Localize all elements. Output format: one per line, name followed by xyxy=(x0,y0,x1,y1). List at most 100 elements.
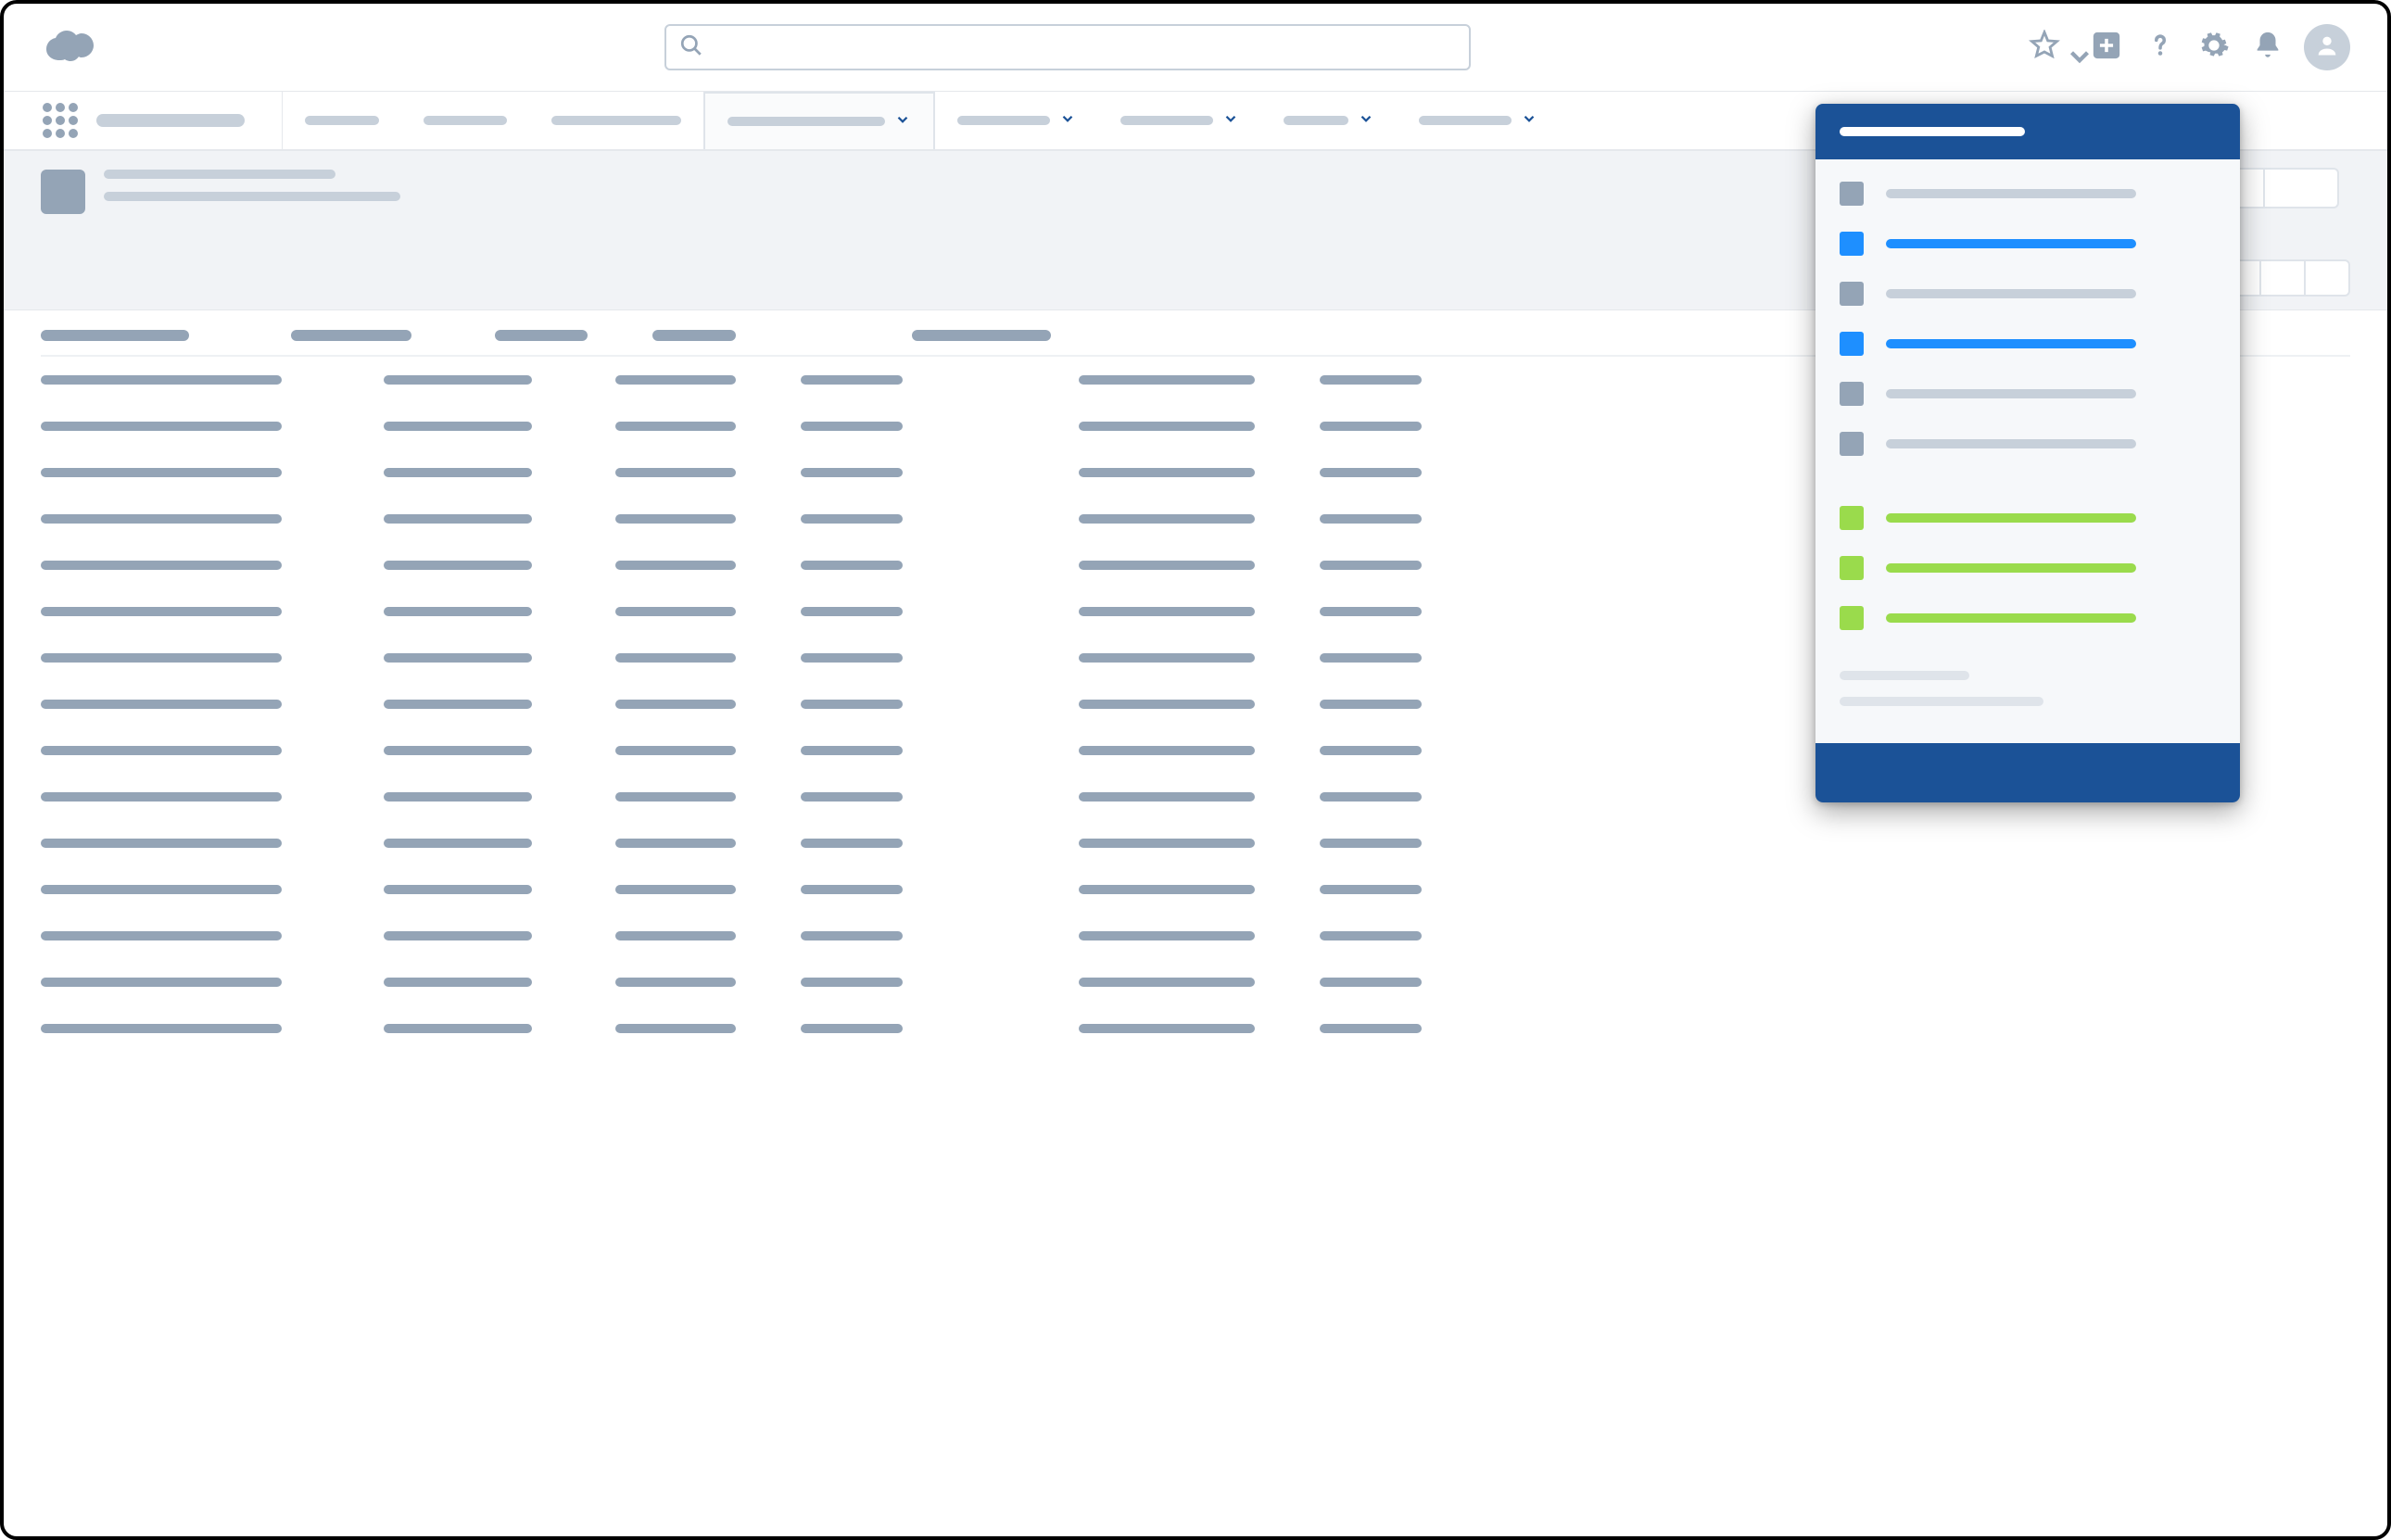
menu-divider xyxy=(1840,482,2216,506)
chevron-down-icon xyxy=(1059,110,1076,132)
setup-menu-footer-line[interactable] xyxy=(1840,697,2043,706)
setup-menu-item[interactable] xyxy=(1840,232,2216,256)
table-cell xyxy=(384,653,532,663)
setup-menu-footer xyxy=(1815,743,2240,802)
setup-menu-item-label xyxy=(1886,513,2136,523)
table-cell xyxy=(41,792,282,802)
setup-menu-item[interactable] xyxy=(1840,506,2216,530)
setup-menu-item[interactable] xyxy=(1840,382,2216,406)
table-cell xyxy=(615,792,736,802)
table-row[interactable] xyxy=(41,959,2350,1005)
chevron-down-icon xyxy=(894,111,911,133)
setup-menu-item[interactable] xyxy=(1840,332,2216,356)
setup-menu-footer-line[interactable] xyxy=(1840,671,1969,680)
setup-menu-item-icon xyxy=(1840,232,1864,256)
setup-gear-button[interactable] xyxy=(2196,30,2232,65)
header-action-button[interactable] xyxy=(2265,168,2339,208)
table-cell xyxy=(801,468,903,477)
table-cell xyxy=(41,700,282,709)
global-search-input[interactable] xyxy=(664,24,1471,70)
table-cell xyxy=(1079,561,1255,570)
table-cell xyxy=(1320,978,1422,987)
table-cell xyxy=(615,561,736,570)
table-cell xyxy=(384,514,532,524)
table-cell xyxy=(384,885,532,894)
table-cell xyxy=(615,746,736,755)
nav-tab[interactable] xyxy=(1397,92,1560,149)
setup-menu-item-icon xyxy=(1840,332,1864,356)
nav-tab[interactable] xyxy=(935,92,1098,149)
salesforce-cloud-logo-icon[interactable] xyxy=(41,27,100,68)
table-cell xyxy=(1320,375,1422,385)
page-title-block xyxy=(104,170,400,201)
table-cell xyxy=(1320,792,1422,802)
table-cell xyxy=(801,792,903,802)
table-cell xyxy=(801,839,903,848)
column-header[interactable] xyxy=(41,330,189,341)
table-cell xyxy=(41,607,282,616)
table-cell xyxy=(615,931,736,940)
table-cell xyxy=(801,931,903,940)
notifications-button[interactable] xyxy=(2250,30,2285,65)
user-avatar-button[interactable] xyxy=(2304,24,2350,70)
table-cell xyxy=(384,792,532,802)
chevron-down-icon xyxy=(1358,110,1374,132)
nav-tab-label xyxy=(957,116,1050,125)
table-cell xyxy=(1320,514,1422,524)
setup-menu-item[interactable] xyxy=(1840,282,2216,306)
table-cell xyxy=(41,514,282,524)
table-cell xyxy=(801,700,903,709)
nav-tab[interactable] xyxy=(1261,92,1397,149)
table-cell xyxy=(1079,839,1255,848)
table-cell xyxy=(384,931,532,940)
setup-menu-header xyxy=(1815,104,2240,159)
table-row[interactable] xyxy=(41,1005,2350,1052)
nav-tab[interactable] xyxy=(283,92,401,149)
setup-menu-item-label xyxy=(1886,563,2136,573)
favorites-star-icon xyxy=(2029,30,2060,66)
list-view-control-button[interactable] xyxy=(2306,259,2350,297)
nav-tab[interactable] xyxy=(1098,92,1261,149)
table-cell xyxy=(1079,607,1255,616)
table-cell xyxy=(801,885,903,894)
nav-tab[interactable] xyxy=(529,92,703,149)
table-cell xyxy=(1320,885,1422,894)
table-cell xyxy=(1079,1024,1255,1033)
nav-tab[interactable] xyxy=(703,92,935,149)
table-cell xyxy=(1079,978,1255,987)
table-cell xyxy=(1320,700,1422,709)
table-cell xyxy=(384,422,532,431)
table-row[interactable] xyxy=(41,866,2350,913)
setup-menu-item-icon xyxy=(1840,432,1864,456)
table-cell xyxy=(615,978,736,987)
setup-menu-panel xyxy=(1815,104,2240,802)
table-row[interactable] xyxy=(41,820,2350,866)
table-cell xyxy=(41,653,282,663)
setup-menu-item-icon xyxy=(1840,382,1864,406)
table-cell xyxy=(1079,422,1255,431)
table-cell xyxy=(1079,375,1255,385)
column-header[interactable] xyxy=(652,330,736,341)
help-button[interactable] xyxy=(2143,30,2178,65)
column-header[interactable] xyxy=(495,330,588,341)
column-header[interactable] xyxy=(291,330,411,341)
table-cell xyxy=(801,746,903,755)
add-icon xyxy=(2091,30,2122,66)
nav-tab[interactable] xyxy=(401,92,529,149)
setup-menu-item-label xyxy=(1886,439,2136,448)
table-cell xyxy=(801,422,903,431)
nav-tab-label xyxy=(305,116,379,125)
column-header[interactable] xyxy=(912,330,1051,341)
list-view-control-button[interactable] xyxy=(2261,259,2306,297)
table-cell xyxy=(615,653,736,663)
favorites-button[interactable] xyxy=(2035,30,2070,65)
nav-tab-label xyxy=(551,116,681,125)
setup-menu-item[interactable] xyxy=(1840,556,2216,580)
setup-menu-item[interactable] xyxy=(1840,432,2216,456)
global-add-button[interactable] xyxy=(2089,30,2124,65)
setup-menu-item[interactable] xyxy=(1840,606,2216,630)
setup-menu-item[interactable] xyxy=(1840,182,2216,206)
app-launcher-button[interactable] xyxy=(41,92,80,149)
help-icon xyxy=(2144,30,2176,66)
table-row[interactable] xyxy=(41,913,2350,959)
